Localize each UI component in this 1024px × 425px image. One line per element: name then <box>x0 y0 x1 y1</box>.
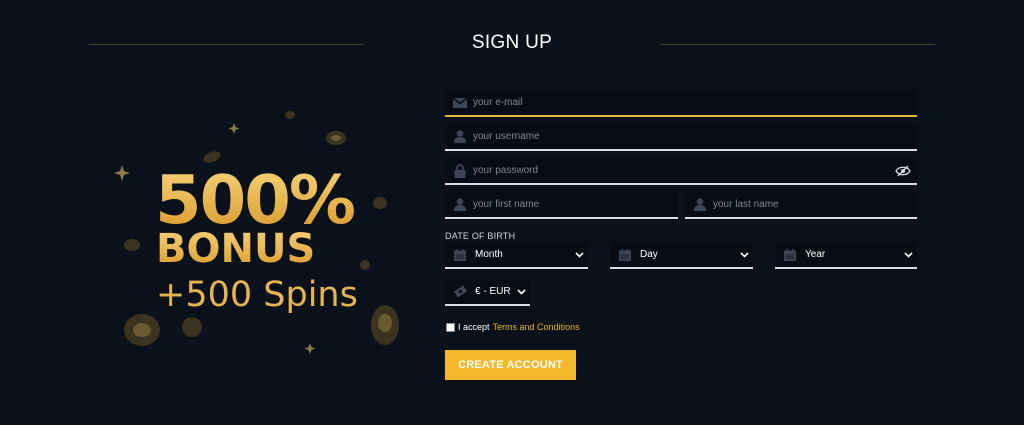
chevron-down-icon <box>570 251 588 258</box>
title-divider-left <box>89 44 364 45</box>
currency-select[interactable]: € - EUR <box>445 279 530 306</box>
chevron-down-icon <box>735 251 753 258</box>
bonus-word: BONUS <box>156 226 316 272</box>
calendar-icon <box>445 248 473 261</box>
month-select[interactable]: Month <box>445 242 588 269</box>
lock-icon <box>445 163 471 178</box>
password-field[interactable] <box>445 158 917 185</box>
title-divider-right <box>660 44 935 45</box>
first-name-input[interactable] <box>471 192 678 217</box>
create-account-button[interactable]: CREATE ACCOUNT <box>445 350 576 380</box>
year-select[interactable]: Year <box>775 242 917 269</box>
day-select[interactable]: Day <box>610 242 753 269</box>
email-input[interactable] <box>471 90 917 115</box>
user-icon <box>445 130 471 143</box>
bonus-spins: +500 Spins <box>156 275 358 315</box>
email-field[interactable] <box>445 90 917 117</box>
calendar-icon <box>775 248 803 261</box>
last-name-input[interactable] <box>711 192 917 217</box>
terms-row: I accept Terms and Conditions <box>446 322 580 332</box>
currency-select-value: € - EUR <box>475 286 511 297</box>
date-of-birth-label: DATE OF BIRTH <box>445 231 516 241</box>
money-icon <box>445 285 473 298</box>
terms-link[interactable]: Terms and Conditions <box>493 322 580 332</box>
bonus-percent: 500% <box>155 161 356 239</box>
user-icon <box>445 198 471 211</box>
chevron-down-icon <box>512 288 530 295</box>
bonus-banner: 500% BONUS +500 Spins <box>110 95 410 365</box>
eye-slash-icon[interactable] <box>889 165 917 177</box>
first-name-field[interactable] <box>445 192 678 219</box>
year-select-value: Year <box>805 249 826 260</box>
password-input[interactable] <box>471 158 889 183</box>
terms-accept-text: I accept <box>458 322 490 332</box>
page-title: SIGN UP <box>471 32 553 53</box>
username-field[interactable] <box>445 124 917 151</box>
user-icon <box>685 198 711 211</box>
chevron-down-icon <box>899 251 917 258</box>
calendar-icon <box>610 248 638 261</box>
terms-checkbox[interactable] <box>446 322 455 332</box>
envelope-icon <box>445 97 471 108</box>
username-input[interactable] <box>471 124 917 149</box>
day-select-value: Day <box>640 249 658 260</box>
month-select-value: Month <box>475 249 503 260</box>
last-name-field[interactable] <box>685 192 917 219</box>
